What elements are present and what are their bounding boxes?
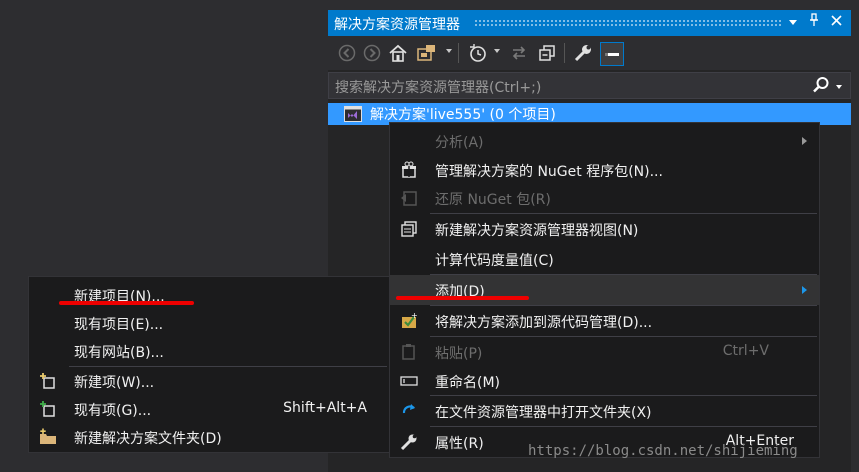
- panel-title: 解决方案资源管理器: [334, 17, 460, 33]
- refresh-arrow-icon: [400, 402, 418, 420]
- history-clock-icon: [470, 44, 486, 62]
- folder-views-icon: [417, 45, 435, 61]
- sync-with-active-document-button[interactable]: [508, 42, 530, 64]
- submenu-item-label: 现有项目(E)...: [74, 317, 164, 333]
- titlebar-grip: [474, 19, 783, 26]
- search-icon[interactable]: [812, 76, 830, 98]
- toolbar-separator: [458, 43, 459, 63]
- nuget-gift-icon: [400, 161, 418, 179]
- menu-item-restore-nuget[interactable]: 还原 NuGet 包(R): [390, 183, 819, 213]
- forward-arrow-icon: [363, 44, 381, 62]
- toolbar-separator: [564, 43, 565, 63]
- restore-package-icon: [400, 189, 418, 207]
- wrench-icon: [400, 433, 418, 451]
- menu-item-label: 粘贴(P): [435, 346, 483, 362]
- menu-item-label: 将解决方案添加到源代码管理(D)...: [435, 315, 653, 331]
- submenu-item-label: 现有项(G)...: [74, 403, 152, 419]
- existing-item-icon: [39, 400, 57, 418]
- menu-item-label: 新建解决方案资源管理器视图(N): [435, 223, 639, 239]
- submenu-item-shortcut: Shift+Alt+A: [283, 400, 367, 416]
- menu-item-label: 还原 NuGet 包(R): [435, 192, 551, 208]
- panel-toolbar: [328, 36, 851, 70]
- source-control-add-icon: +: [400, 311, 418, 330]
- chevron-down-icon[interactable]: [494, 49, 500, 53]
- collapse-all-icon: [539, 45, 555, 61]
- submenu-item-new-item[interactable]: 新建项(W)...: [29, 367, 389, 395]
- back-button[interactable]: [336, 42, 358, 64]
- submenu-arrow-icon: [802, 137, 807, 145]
- collapse-all-button[interactable]: [536, 42, 558, 64]
- search-placeholder: 搜索解决方案资源管理器(Ctrl+;): [335, 80, 542, 96]
- menu-item-label: 属性(R): [435, 436, 484, 452]
- submenu-item-label: 新建项(W)...: [74, 375, 155, 391]
- menu-item-label: 管理解决方案的 NuGet 程序包(N)...: [435, 164, 663, 180]
- pin-icon: [810, 13, 818, 26]
- preview-icon: [605, 53, 619, 56]
- paste-icon: [400, 343, 418, 361]
- menu-item-calculate-code-metrics[interactable]: 计算代码度量值(C): [390, 244, 819, 274]
- back-arrow-icon: [338, 44, 356, 62]
- submenu-item-existing-website[interactable]: 现有网站(B)...: [29, 337, 389, 365]
- menu-item-label: 在文件资源管理器中打开文件夹(X): [435, 405, 652, 421]
- annotation-underline-new-project: [59, 301, 194, 305]
- menu-item-rename[interactable]: 重命名(M): [390, 366, 819, 396]
- pin-button[interactable]: [805, 13, 823, 33]
- menu-item-label: 计算代码度量值(C): [435, 253, 554, 269]
- properties-button[interactable]: [572, 42, 594, 64]
- solution-label: 解决方案'live555' (0 个项目): [370, 107, 556, 123]
- chevron-down-icon[interactable]: [446, 49, 452, 53]
- home-icon: [389, 44, 407, 62]
- forward-button[interactable]: [361, 42, 383, 64]
- menu-item-add[interactable]: 添加(D): [390, 275, 819, 305]
- menu-item-label: 重命名(M): [435, 375, 501, 391]
- switch-views-button[interactable]: [416, 42, 438, 64]
- sync-arrows-icon: [512, 46, 526, 60]
- close-button[interactable]: [827, 13, 845, 33]
- submenu-item-existing-project[interactable]: 现有项目(E)...: [29, 309, 389, 337]
- search-options-dropdown[interactable]: [836, 85, 842, 89]
- rename-icon: [400, 372, 418, 390]
- menu-item-analyze[interactable]: 分析(A): [390, 126, 819, 156]
- panel-titlebar: 解决方案资源管理器: [328, 10, 851, 36]
- submenu-item-label: 现有网站(B)...: [74, 345, 164, 361]
- submenu-item-label: 新建解决方案文件夹(D): [74, 431, 222, 447]
- menu-item-open-in-file-explorer[interactable]: 在文件资源管理器中打开文件夹(X): [390, 396, 819, 426]
- watermark: https://blog.csdn.net/shijieming: [528, 443, 798, 459]
- solution-context-menu: 分析(A) 管理解决方案的 NuGet 程序包(N)... 还原 NuGet 包…: [389, 122, 820, 458]
- submenu-item-new-solution-folder[interactable]: 新建解决方案文件夹(D): [29, 423, 389, 451]
- submenu-arrow-icon: [802, 286, 807, 294]
- new-item-icon: [39, 372, 57, 390]
- close-icon: [830, 15, 842, 26]
- search-input[interactable]: 搜索解决方案资源管理器(Ctrl+;): [328, 72, 851, 99]
- chevron-down-icon: [789, 20, 797, 25]
- pending-changes-filter-button[interactable]: [467, 42, 489, 64]
- svg-text:+: +: [411, 312, 418, 320]
- menu-item-new-explorer-view[interactable]: 新建解决方案资源管理器视图(N): [390, 214, 819, 244]
- menu-item-shortcut: Ctrl+V: [722, 343, 769, 359]
- preview-selected-items-button[interactable]: [600, 42, 624, 66]
- menu-item-manage-nuget[interactable]: 管理解决方案的 NuGet 程序包(N)...: [390, 155, 819, 185]
- new-view-icon: [400, 220, 418, 238]
- menu-item-paste[interactable]: 粘贴(P) Ctrl+V: [390, 337, 819, 367]
- new-folder-icon: [39, 428, 57, 446]
- menu-item-label: 分析(A): [435, 135, 484, 151]
- window-position-dropdown[interactable]: [784, 13, 802, 33]
- annotation-underline-add: [396, 296, 529, 300]
- visual-studio-solution-icon: [344, 106, 362, 126]
- home-button[interactable]: [387, 42, 409, 64]
- submenu-item-existing-item[interactable]: 现有项(G)... Shift+Alt+A: [29, 395, 389, 423]
- menu-item-add-to-source-control[interactable]: + 将解决方案添加到源代码管理(D)...: [390, 306, 819, 336]
- wrench-icon: [574, 45, 591, 62]
